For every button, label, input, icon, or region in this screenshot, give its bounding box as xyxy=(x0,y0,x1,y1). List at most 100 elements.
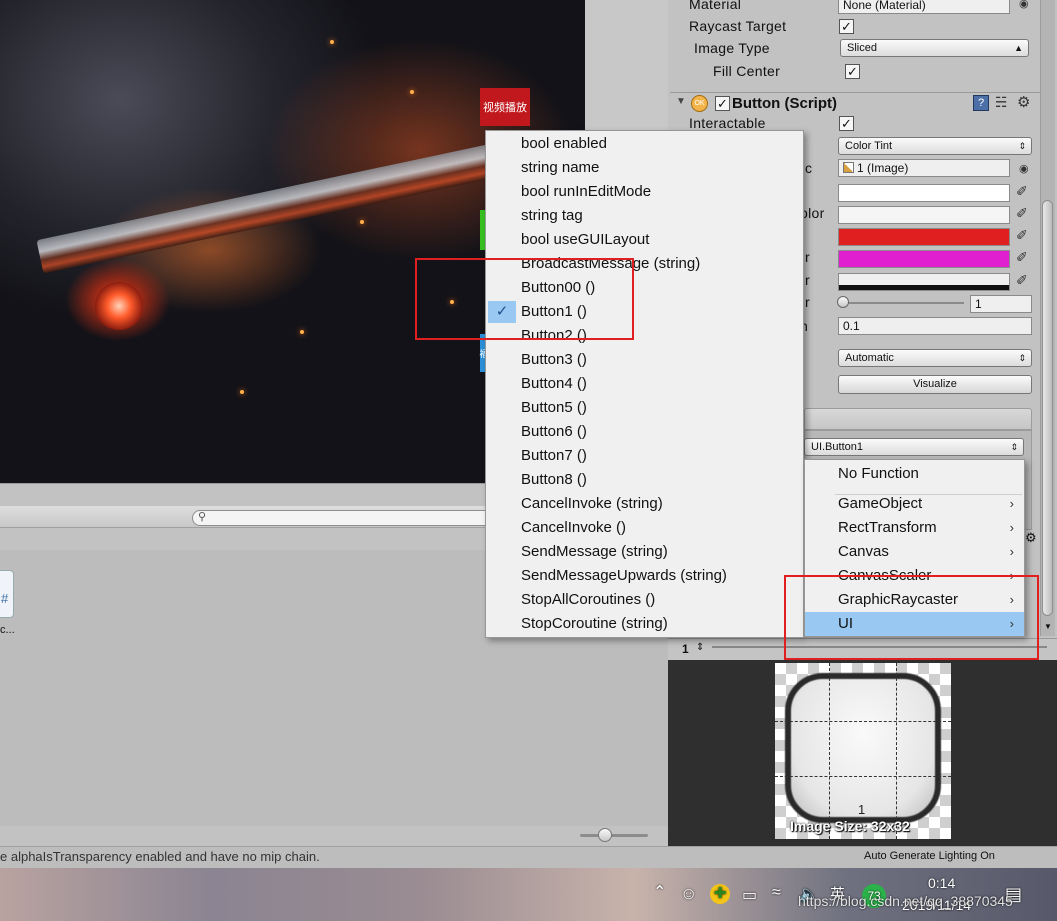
ember xyxy=(240,390,244,394)
eyedropper-icon[interactable]: ✐ xyxy=(1016,183,1028,200)
component-enabled-checkbox[interactable]: ✓ xyxy=(715,96,730,111)
wifi-icon[interactable]: ≈ xyxy=(772,884,781,902)
transition-dropdown[interactable]: Color Tint ⇕ xyxy=(838,137,1032,155)
pressed-color-swatch[interactable] xyxy=(838,228,1010,246)
project-search-input[interactable]: ⚲ xyxy=(192,510,492,526)
disabled-color-swatch[interactable] xyxy=(838,273,1010,291)
preset-sliders-icon[interactable]: ☵ xyxy=(995,94,1008,111)
interactable-checkbox[interactable]: ✓ xyxy=(839,116,854,131)
fade-duration-field[interactable]: 0.1 xyxy=(838,317,1032,335)
menu-item-sendmessage-string[interactable]: SendMessage (string) xyxy=(486,540,803,564)
sub-menu-item-canvas[interactable]: Canvas › xyxy=(805,540,1024,564)
target-graphic-field[interactable]: 1 (Image) xyxy=(838,159,1010,177)
eyedropper-icon[interactable]: ✐ xyxy=(1016,205,1028,222)
fill-center-label: Fill Center xyxy=(713,63,781,79)
chevron-right-icon: › xyxy=(1009,544,1014,559)
asset-file-label: c... xyxy=(0,624,15,636)
onclick-function-dropdown[interactable]: UI.Button1 ⇕ xyxy=(804,438,1024,456)
selected-color-swatch[interactable] xyxy=(838,250,1010,268)
sub-menu-item-label: Canvas xyxy=(838,543,889,560)
asset-size-slider-thumb[interactable] xyxy=(598,828,612,842)
image-type-dropdown[interactable]: Sliced ▲ xyxy=(840,39,1029,57)
selected-color-label-partial: r xyxy=(805,249,810,265)
annotation-highlight-box xyxy=(415,258,634,340)
menu-item-button5[interactable]: Button5 () xyxy=(486,396,803,420)
chevron-right-icon: › xyxy=(1009,496,1014,511)
navigation-dropdown[interactable]: Automatic ⇕ xyxy=(838,349,1032,367)
component-title: Button (Script) xyxy=(732,95,837,112)
eyedropper-icon[interactable]: ✐ xyxy=(1016,272,1028,289)
csharp-file-icon[interactable]: # xyxy=(0,570,14,618)
fill-center-checkbox[interactable]: ✓ xyxy=(845,64,860,79)
video-play-button[interactable]: 视频播放 xyxy=(480,88,530,126)
security-plus-icon[interactable]: ✚ xyxy=(710,884,730,904)
material-label: Material xyxy=(689,0,742,12)
no-function-menu-item[interactable]: No Function xyxy=(805,462,1024,486)
ember xyxy=(330,40,334,44)
search-icon: ⚲ xyxy=(198,511,207,523)
menu-item-string-tag[interactable]: string tag xyxy=(486,204,803,228)
raycast-target-checkbox[interactable]: ✓ xyxy=(839,19,854,34)
menu-item-button3[interactable]: Button3 () xyxy=(486,348,803,372)
sub-menu-item-label: RectTransform xyxy=(838,519,937,536)
gear-icon[interactable]: ⚙ xyxy=(1025,530,1037,546)
ember xyxy=(360,220,364,224)
menu-item-bool-enabled[interactable]: bool enabled xyxy=(486,132,803,156)
image-type-label: Image Type xyxy=(694,40,770,56)
dropdown-arrow-icon: ⇕ xyxy=(1010,442,1018,452)
onclick-header xyxy=(804,408,1032,430)
qq-penguin-icon[interactable]: ☺ xyxy=(680,884,697,904)
sub-menu-item-label: GameObject xyxy=(838,495,923,512)
menu-item-button8[interactable]: Button8 () xyxy=(486,468,803,492)
multiplier-value-field[interactable]: 1 xyxy=(970,295,1032,313)
show-hidden-icons-chevron-icon[interactable]: ⌃ xyxy=(653,882,666,902)
normal-color-swatch[interactable] xyxy=(838,184,1010,202)
taskbar-clock-time[interactable]: 0:14 xyxy=(928,875,955,891)
menu-item-sendmessageupwards-string[interactable]: SendMessageUpwards (string) xyxy=(486,564,803,588)
eyedropper-icon[interactable]: ✐ xyxy=(1016,249,1028,266)
sword-gem-art xyxy=(95,282,143,330)
scroll-down-arrow-icon[interactable]: ▼ xyxy=(1044,622,1052,631)
ember xyxy=(410,90,414,94)
menu-item-button7[interactable]: Button7 () xyxy=(486,444,803,468)
navigation-value: Automatic xyxy=(845,352,894,364)
slice-guide-left xyxy=(829,663,830,839)
image-type-value: Sliced xyxy=(847,42,877,54)
object-picker-icon[interactable]: ◉ xyxy=(1019,0,1029,10)
preview-index: 1 xyxy=(682,642,689,656)
menu-item-button4[interactable]: Button4 () xyxy=(486,372,803,396)
menu-item-string-name[interactable]: string name xyxy=(486,156,803,180)
material-field[interactable]: None (Material) xyxy=(838,0,1010,14)
dropdown-arrow-icon[interactable]: ⇕ xyxy=(696,642,704,653)
multiplier-slider-track[interactable] xyxy=(842,302,964,304)
auto-generate-lighting-status: Auto Generate Lighting On xyxy=(864,850,995,862)
gear-icon[interactable]: ⚙ xyxy=(1017,93,1030,111)
menu-item-stopallcoroutines[interactable]: StopAllCoroutines () xyxy=(486,588,803,612)
status-message[interactable]: e alphaIsTransparency enabled and have n… xyxy=(0,849,320,864)
menu-item-stopcoroutine-string[interactable]: StopCoroutine (string) xyxy=(486,612,803,636)
csdn-watermark: https://blog.csdn.net/qq_38870345 xyxy=(798,893,1013,909)
sprite-preview-image xyxy=(785,673,941,823)
help-book-icon[interactable]: ? xyxy=(973,95,989,111)
target-graphic-value: 1 (Image) xyxy=(857,161,909,175)
asset-size-slider-track[interactable] xyxy=(580,834,648,837)
inspector-scrollbar-thumb[interactable] xyxy=(1042,200,1053,616)
menu-item-cancelinvoke[interactable]: CancelInvoke () xyxy=(486,516,803,540)
multiplier-slider-thumb[interactable] xyxy=(837,296,849,308)
disabled-color-label-partial: r xyxy=(805,272,810,288)
menu-item-button6[interactable]: Button6 () xyxy=(486,420,803,444)
visualize-button[interactable]: Visualize xyxy=(838,375,1032,394)
sword-art xyxy=(36,132,553,274)
menu-item-cancelinvoke-string[interactable]: CancelInvoke (string) xyxy=(486,492,803,516)
sub-menu-item-gameobject[interactable]: GameObject › xyxy=(805,492,1024,516)
dropdown-arrow-icon: ⇕ xyxy=(1018,141,1026,151)
sub-menu-item-recttransform[interactable]: RectTransform › xyxy=(805,516,1024,540)
battery-icon[interactable]: ▭ xyxy=(742,885,757,905)
foldout-arrow-icon[interactable]: ▼ xyxy=(676,96,686,107)
eyedropper-icon[interactable]: ✐ xyxy=(1016,227,1028,244)
highlighted-color-swatch[interactable] xyxy=(838,206,1010,224)
menu-item-bool-useguilayout[interactable]: bool useGUILayout xyxy=(486,228,803,252)
ember xyxy=(300,330,304,334)
menu-item-bool-runineditmode[interactable]: bool runInEditMode xyxy=(486,180,803,204)
object-picker-icon[interactable]: ◉ xyxy=(1019,162,1029,175)
